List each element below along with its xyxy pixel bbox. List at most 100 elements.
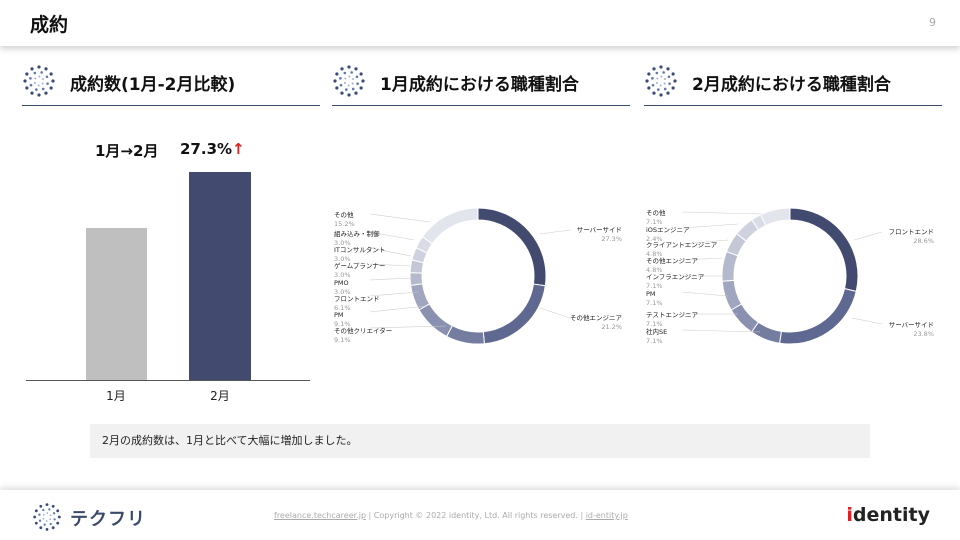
logo-dot [46,512,49,514]
legend-label: PM 9.1% [334,311,351,328]
logo-dot [351,87,355,91]
brand-name: テクフリ [70,509,146,530]
donut-slice [482,283,546,345]
section-header-feb-share: 2月成約における職種割合 [644,60,942,106]
logo-dot [355,75,359,79]
logo-dot [39,526,43,530]
logo-dot [49,86,53,90]
logo-dot [49,72,53,76]
logo-dot [38,513,41,516]
logo-dot [667,75,671,79]
comparison-value: 27.3%↑ [180,140,245,158]
legend-label: クライアントエンジニア 4.8% [646,241,718,258]
dot-circle-logo-icon [23,65,55,97]
logo-dot [40,71,43,74]
logo-dot [41,87,45,91]
identity-logo-rest: dentity [852,504,930,526]
logo-dot [49,522,52,526]
logo-dot [44,91,48,95]
logo-dot [56,509,60,513]
donut-slice [410,283,431,311]
page-title: 成約 [30,14,69,36]
logo-dot [42,517,45,520]
summary-note: 2月の成約数は、1月と比べて大幅に増加しました。 [90,424,870,458]
logo-dot [42,508,45,512]
logo-dot [664,78,667,81]
logo-dot [340,91,344,95]
logo-dot [354,91,358,95]
legend-label: サーバーサイド 27.3% [576,226,622,243]
logo-dot [350,71,353,74]
logo-dot [655,71,659,75]
logo-dot [33,515,37,519]
section-title: 成約数(1月-2月比較) [70,75,236,95]
logo-dot [659,93,663,97]
x-tick-label-feb: 2月 [210,389,230,403]
logo-dot [45,75,49,79]
logo-dot [354,67,358,71]
x-tick-label-jan: 1月 [106,389,126,403]
legend-label: フロントエンド 28.6% [888,228,935,245]
logo-dot [56,521,60,525]
logo-dot [671,86,675,90]
donut-slice [778,288,857,345]
legend-label: その他エンジニア 21.2% [570,314,622,331]
logo-dot [335,86,339,90]
page-number: 9 [929,16,936,29]
logo-dot [356,82,359,85]
logo-dot [662,71,665,74]
logo-dot [359,86,363,90]
section-header-contracts: 成約数(1月-2月比較) [22,60,320,106]
logo-dot [23,79,27,83]
footer-link-techcareer[interactable]: freelance.techcareer.jp [274,511,366,520]
copyright-text: | Copyright © 2022 identity, Ltd. All ri… [366,511,586,520]
legend-label: ITコンサルタント 3.0% [334,246,386,263]
logo-dot [647,86,651,90]
logo-dot [335,72,339,76]
logo-dot [57,515,61,519]
logo-dot [663,87,667,91]
bar-jan [86,228,147,380]
logo-dot [51,526,55,530]
logo-dot [34,509,38,513]
logo-dot [339,77,342,80]
logo-dot [668,82,671,85]
leader-line [681,211,763,215]
footer: テクフリ freelance.techcareer.jp | Copyright… [0,490,960,540]
logo-dot [41,82,44,85]
legend-label: その他エンジニア 4.8% [646,257,698,274]
logo-dot [348,75,351,78]
logo-dot [347,65,351,69]
logo-dot [51,504,55,508]
legend-label: インフラエンジニア 7.1% [646,273,705,290]
legend-label: サーバーサイド 23.8% [888,321,934,338]
logo-dot [359,72,363,76]
logo-dot [37,93,41,97]
logo-dot [671,72,675,76]
legend-label: フロントエンド 6.1% [334,295,380,312]
comparison-label: 1月→2月 [95,142,159,160]
logo-dot [659,65,663,69]
donut-slice [759,207,791,227]
logo-dot [666,91,670,95]
logo-dot [344,77,347,80]
logo-dot [37,84,40,87]
logo-dot [347,84,350,87]
logo-dot [35,88,38,91]
logo-dot [38,519,42,522]
logo-dot [45,503,49,507]
logo-dot [53,518,56,521]
donut-slice [418,303,453,338]
logo-dot [351,82,354,85]
comparison-percent: 27.3% [180,140,233,158]
dot-circle-logo-icon [333,65,365,97]
logo-dot [45,520,48,522]
donut-slice [721,250,739,282]
logo-dot [25,86,29,90]
footer-link-identity[interactable]: id-entity.jp [586,511,628,520]
logo-dot [46,82,49,85]
header-bar: 成約 9 [0,0,960,46]
logo-dot [659,84,662,87]
logo-dot [333,79,337,83]
x-axis-line [26,380,310,381]
